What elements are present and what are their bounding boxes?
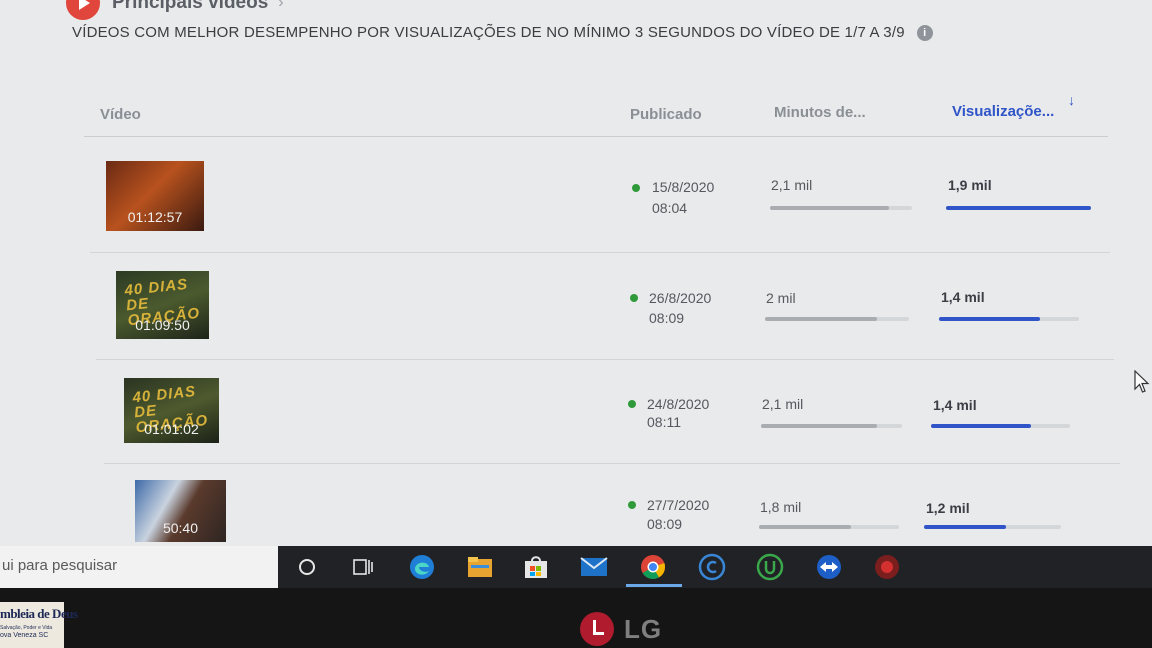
youtube-play-icon xyxy=(66,0,100,20)
published-status-dot xyxy=(628,501,636,509)
views-bar xyxy=(946,206,1091,210)
section-subtitle: VÍDEOS COM MELHOR DESEMPENHO POR VISUALI… xyxy=(72,24,933,41)
views-value: 1,9 mil xyxy=(948,177,992,193)
row-divider xyxy=(96,359,1114,360)
edge-icon[interactable] xyxy=(408,554,436,580)
sticker-title: mbleia de Deus xyxy=(0,606,78,621)
windows-taskbar: ui para pesquisar xyxy=(0,546,1152,588)
store-icon[interactable] xyxy=(522,554,550,580)
app-c-icon[interactable] xyxy=(698,553,726,581)
video-duration: 01:12:57 xyxy=(127,209,183,225)
lg-logo: LG xyxy=(580,612,662,646)
chrome-icon[interactable] xyxy=(639,554,667,580)
views-bar-fill xyxy=(939,317,1040,321)
views-value: 1,4 mil xyxy=(933,397,977,413)
header-divider xyxy=(84,136,1108,137)
minutes-bar xyxy=(770,206,912,210)
views-bar xyxy=(939,317,1079,321)
minutes-value: 1,8 mil xyxy=(760,499,802,515)
published-time: 08:11 xyxy=(647,414,681,430)
views-bar xyxy=(931,424,1070,428)
row-divider xyxy=(104,463,1120,464)
published-date: 15/8/2020 xyxy=(652,179,715,195)
minutes-bar xyxy=(761,424,902,428)
published-time: 08:04 xyxy=(652,200,688,216)
column-header-minutes[interactable]: Minutos de... xyxy=(774,104,866,121)
minutes-bar-fill xyxy=(765,317,878,321)
published-status-dot xyxy=(630,294,638,302)
video-duration: 01:09:50 xyxy=(135,317,190,333)
published-date: 26/8/2020 xyxy=(649,290,712,306)
published-time: 08:09 xyxy=(649,310,685,326)
minutes-value: 2 mil xyxy=(766,290,796,306)
minutes-bar-fill xyxy=(761,424,877,428)
video-thumbnail[interactable]: 50:40 xyxy=(135,480,226,542)
cortana-icon[interactable] xyxy=(293,554,321,580)
lg-logo-icon xyxy=(580,612,614,646)
minutes-value: 2,1 mil xyxy=(762,396,804,412)
video-duration: 01:01:02 xyxy=(144,421,199,437)
mail-icon[interactable] xyxy=(580,554,608,580)
church-sticker: mbleia de Deus Salvação, Poder e Vida ov… xyxy=(0,602,78,648)
minutes-bar-fill xyxy=(770,206,890,210)
minutes-bar xyxy=(759,525,899,529)
monitor-bezel xyxy=(0,588,1152,648)
app-red-icon[interactable] xyxy=(873,554,901,580)
sticker-tagline: Salvação, Poder e Vida xyxy=(0,625,53,631)
subtitle-text: VÍDEOS COM MELHOR DESEMPENHO POR VISUALI… xyxy=(72,24,905,41)
video-thumbnail[interactable]: 40 DIAS DE ORAÇÃO 01:01:02 xyxy=(124,378,219,443)
video-thumbnail[interactable]: 40 DIAS DE ORAÇÃO 01:09:50 xyxy=(116,271,209,339)
info-icon[interactable]: i xyxy=(916,24,933,41)
published-status-dot xyxy=(632,184,640,192)
column-header-video: Vídeo xyxy=(100,106,141,123)
section-title: Principais vídeos xyxy=(112,0,269,13)
minutes-value: 2,1 mil xyxy=(771,177,813,193)
taskbar-search-input[interactable]: ui para pesquisar xyxy=(0,546,278,588)
published-date: 27/7/2020 xyxy=(647,497,710,513)
sort-descending-icon[interactable]: ↓ xyxy=(1068,92,1075,108)
minutes-bar xyxy=(765,317,909,321)
views-value: 1,2 mil xyxy=(926,500,970,516)
video-duration: 50:40 xyxy=(162,520,199,536)
task-view-icon[interactable] xyxy=(349,554,377,580)
column-header-published[interactable]: Publicado xyxy=(630,106,702,123)
published-time: 08:09 xyxy=(647,516,683,532)
views-value: 1,4 mil xyxy=(941,289,985,305)
app-u-icon[interactable] xyxy=(756,553,784,581)
published-date: 24/8/2020 xyxy=(647,396,710,412)
screen: Principais vídeos › VÍDEOS COM MELHOR DE… xyxy=(0,0,1152,546)
chevron-right-icon: › xyxy=(278,0,284,11)
video-thumbnail[interactable]: 01:12:57 xyxy=(106,161,204,231)
row-divider xyxy=(90,252,1110,253)
lg-logo-text: LG xyxy=(624,613,663,644)
file-explorer-icon[interactable] xyxy=(466,554,494,580)
active-app-indicator xyxy=(626,584,682,587)
column-header-views[interactable]: Visualizaçõe... xyxy=(952,103,1054,120)
app-teamviewer-icon[interactable] xyxy=(815,554,843,580)
minutes-bar-fill xyxy=(759,525,852,529)
views-bar-fill xyxy=(946,206,1091,210)
views-bar-fill xyxy=(924,525,1007,529)
section-header[interactable]: Principais vídeos › xyxy=(66,0,284,20)
published-status-dot xyxy=(628,400,636,408)
views-bar xyxy=(924,525,1061,529)
mouse-pointer-icon xyxy=(1134,370,1150,393)
views-bar-fill xyxy=(931,424,1032,428)
sticker-location: ova Veneza SC xyxy=(0,632,49,639)
